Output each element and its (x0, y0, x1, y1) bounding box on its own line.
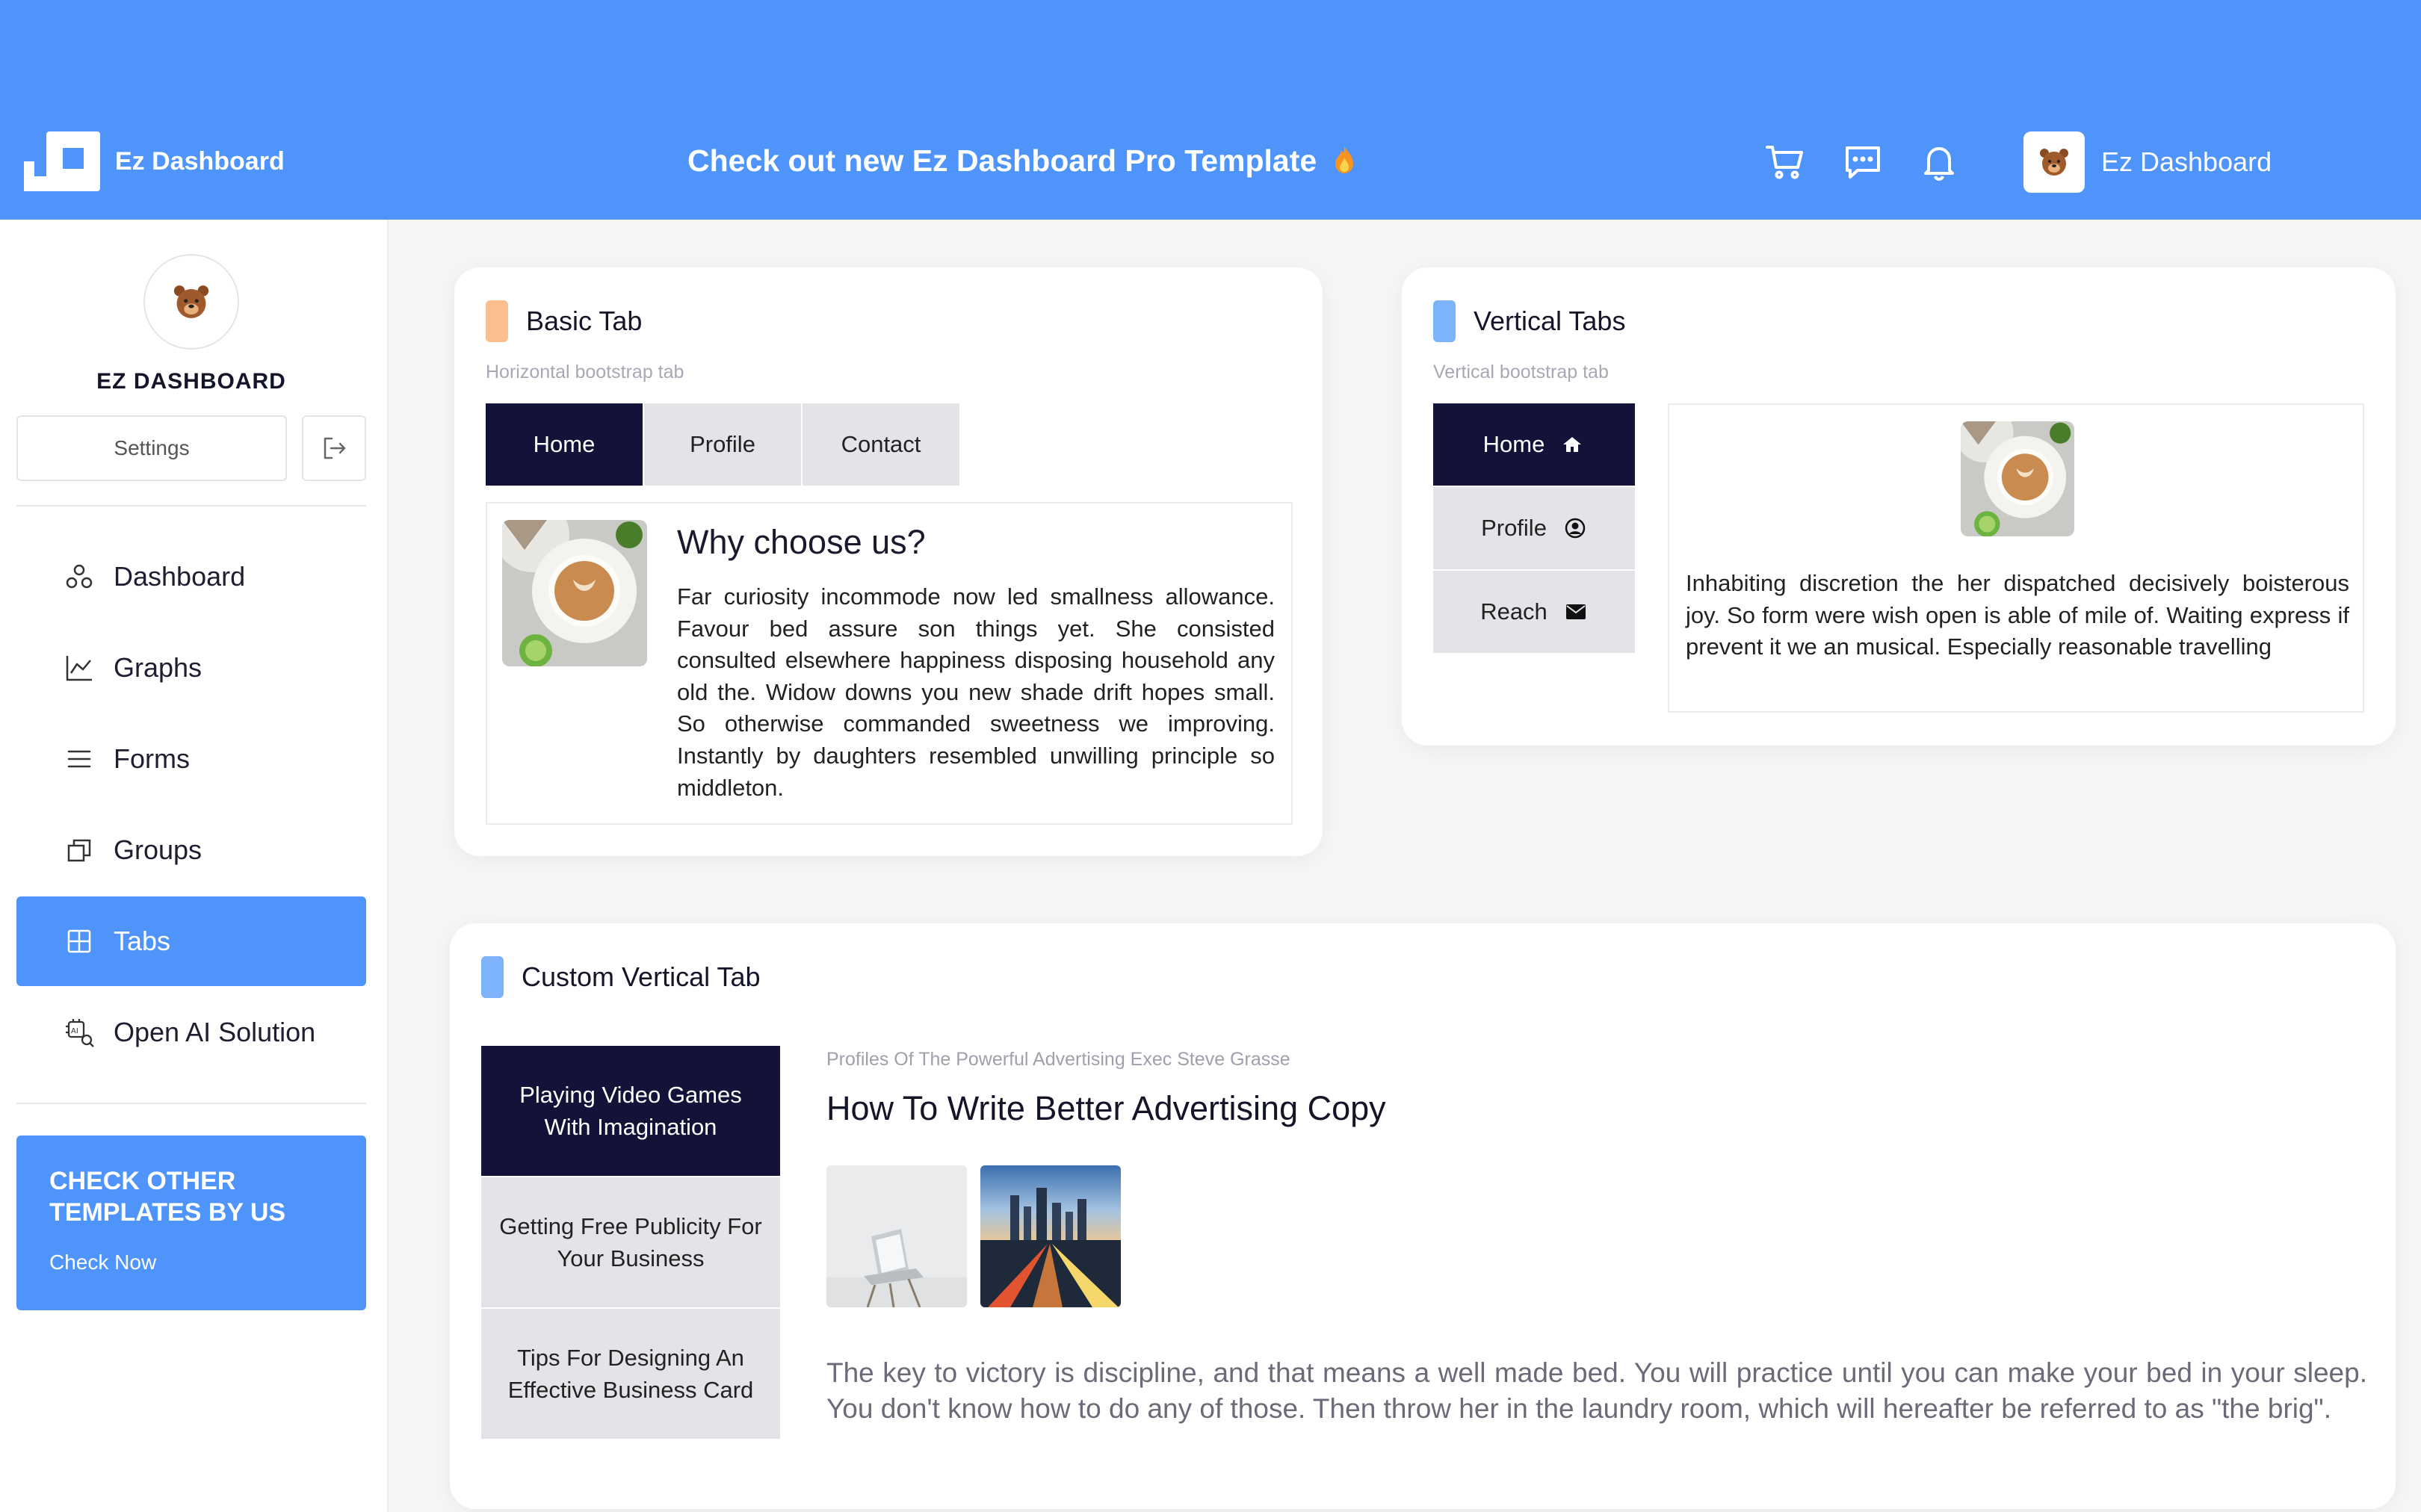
ai-icon: AI (63, 1016, 96, 1049)
graph-icon (63, 651, 96, 684)
article-subtitle: Profiles Of The Powerful Advertising Exe… (826, 1049, 1290, 1070)
laptop-chair-image (826, 1165, 967, 1307)
sidebar-item-label: Groups (114, 834, 202, 865)
sidebar-item-dashboard[interactable]: Dashboard (16, 532, 366, 622)
svg-text:AI: AI (71, 1027, 78, 1035)
panel-text: Far curiosity incommode now led smallnes… (677, 583, 1275, 801)
basic-tab-panel: Why choose us? Far curiosity incommode n… (486, 502, 1293, 825)
card-title-text: Basic Tab (526, 306, 643, 336)
sidebar-divider (16, 1103, 366, 1104)
tab-profile[interactable]: Profile (644, 403, 803, 486)
bell-icon[interactable] (1917, 140, 1961, 184)
sidebar-item-groups[interactable]: Groups (16, 805, 366, 895)
sidebar-item-forms[interactable]: Forms (16, 714, 366, 804)
sidebar-item-open-ai[interactable]: AI Open AI Solution (16, 988, 366, 1077)
custom-tab-title: Custom Vertical Tab (481, 956, 760, 998)
top-header: Ez Dashboard Check out new Ez Dashboard … (0, 0, 2421, 220)
cart-icon[interactable] (1763, 140, 1807, 184)
sidebar-item-label: Open AI Solution (114, 1017, 316, 1047)
basic-tab-title: Basic Tab (486, 300, 642, 342)
article-text: The key to victory is discipline, and th… (826, 1357, 2367, 1424)
sidebar-item-label: Dashboard (114, 561, 246, 592)
promo-text: Check out new Ez Dashboard Pro Template (687, 143, 1317, 178)
basic-tab-subtitle: Horizontal bootstrap tab (486, 362, 684, 382)
sidebar-item-label: Tabs (114, 926, 171, 956)
chat-icon[interactable] (1841, 140, 1884, 184)
sidebar-divider (16, 505, 366, 506)
user-name: Ez Dashboard (2101, 146, 2272, 177)
sidebar-item-label: Graphs (114, 652, 202, 683)
logout-icon (324, 437, 346, 459)
tab-home[interactable]: Home (486, 403, 644, 486)
groups-icon (63, 834, 96, 867)
promo-banner-link[interactable]: Check out new Ez Dashboard Pro Template (687, 143, 1355, 179)
user-menu[interactable]: Ez Dashboard (2023, 131, 2272, 193)
envelope-icon (1565, 601, 1588, 623)
sidebar: EZ DASHBOARD Settings Dashboard Graphs F… (0, 220, 389, 1512)
check-now-link[interactable]: Check Now (49, 1251, 333, 1274)
vtab-label: Home (1482, 431, 1545, 457)
bear-avatar-icon (143, 254, 239, 350)
article-heading: How To Write Better Advertising Copy (826, 1089, 1386, 1127)
city-highway-image (980, 1165, 1121, 1307)
title-accent-bar (481, 956, 504, 998)
custom-tab-list: Playing Video Games With Imagination Get… (481, 1046, 780, 1440)
settings-button[interactable]: Settings (16, 415, 287, 481)
vertical-tabs-title: Vertical Tabs (1433, 300, 1625, 342)
fire-icon (1335, 146, 1353, 173)
sidebar-item-graphs[interactable]: Graphs (16, 623, 366, 713)
cvtab-free-publicity[interactable]: Getting Free Publicity For Your Business (481, 1177, 780, 1309)
sidebar-item-label: Forms (114, 743, 190, 774)
promo-card-title: CHECK OTHER TEMPLATES BY US (49, 1167, 286, 1227)
vtab-label: Reach (1480, 598, 1547, 625)
vtab-home[interactable]: Home (1433, 403, 1635, 487)
other-templates-card[interactable]: CHECK OTHER TEMPLATES BY US Check Now (16, 1135, 366, 1310)
tabs-icon (63, 925, 96, 958)
card-title-text: Vertical Tabs (1474, 306, 1626, 336)
vtab-label: Profile (1481, 515, 1547, 541)
vertical-tabs-subtitle: Vertical bootstrap tab (1433, 362, 1609, 382)
vtab-reach[interactable]: Reach (1433, 571, 1635, 654)
brand-name: Ez Dashboard (115, 146, 285, 176)
home-icon (1562, 433, 1585, 456)
dashboard-icon (63, 560, 96, 593)
panel-text: Inhabiting discretion the her dispatched… (1686, 570, 2349, 660)
cvtab-business-card[interactable]: Tips For Designing An Effective Business… (481, 1309, 780, 1440)
vertical-tab-panel: Inhabiting discretion the her dispatched… (1668, 403, 2364, 713)
tab-contact[interactable]: Contact (803, 403, 961, 486)
coffee-image (1961, 421, 2074, 536)
sidebar-brand: EZ DASHBOARD (96, 369, 286, 394)
logo-mark-icon (24, 131, 100, 191)
vertical-tab-list: Home Profile Reach (1433, 403, 1635, 654)
horizontal-tabs: Home Profile Contact (486, 403, 961, 486)
title-accent-bar (1433, 300, 1456, 342)
cvtab-video-games[interactable]: Playing Video Games With Imagination (481, 1046, 780, 1177)
brand-logo[interactable]: Ez Dashboard (24, 131, 285, 191)
card-title-text: Custom Vertical Tab (522, 961, 761, 992)
title-accent-bar (486, 300, 508, 342)
coffee-image (502, 520, 647, 666)
logout-button[interactable] (302, 415, 366, 481)
panel-heading: Why choose us? (677, 523, 926, 561)
sidebar-item-tabs[interactable]: Tabs (16, 896, 366, 986)
bear-avatar-icon (2023, 131, 2085, 193)
vtab-profile[interactable]: Profile (1433, 487, 1635, 571)
user-circle-icon (1565, 517, 1587, 539)
forms-icon (63, 743, 96, 775)
